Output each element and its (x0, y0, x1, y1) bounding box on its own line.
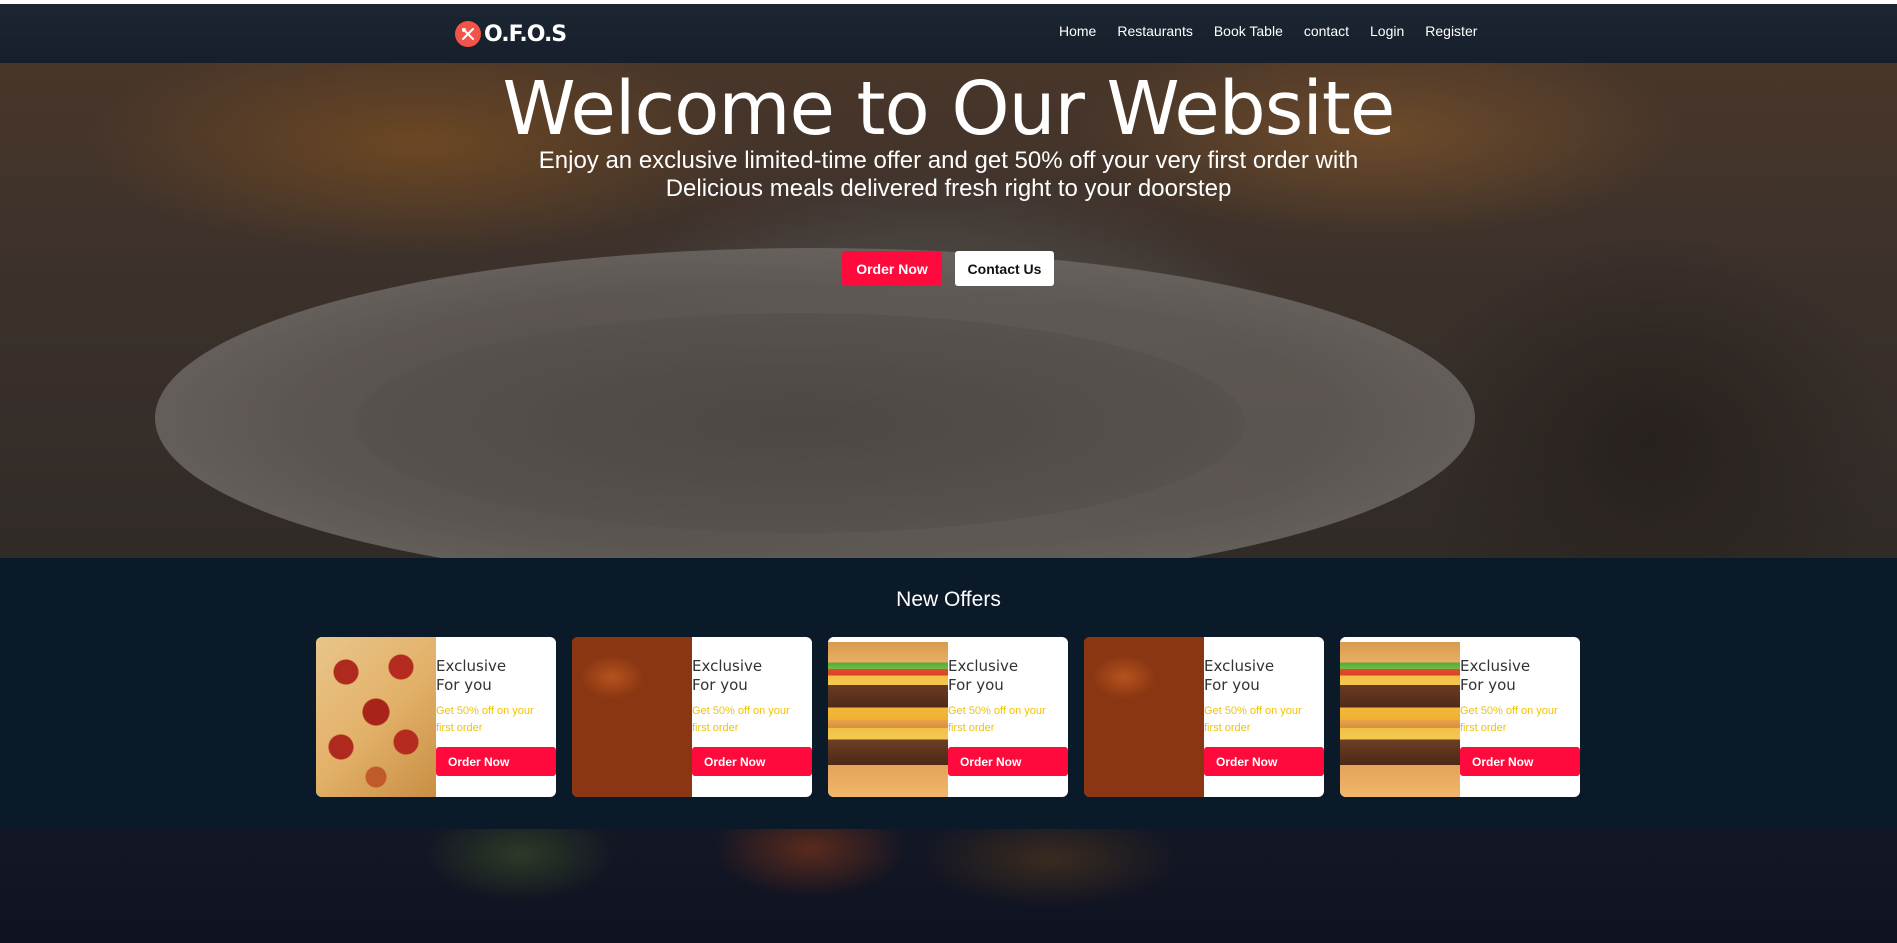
offer-card-order-button[interactable]: Order Now (692, 747, 812, 776)
brand-logo[interactable]: O.F.O.S (455, 19, 567, 49)
offer-card-title-line1: Exclusive (1460, 657, 1531, 675)
offer-card-order-button[interactable]: Order Now (1460, 747, 1580, 776)
nav-book-table[interactable]: Book Table (1214, 23, 1283, 39)
offer-card-title-line1: Exclusive (1204, 657, 1275, 675)
nav-login[interactable]: Login (1370, 23, 1404, 39)
page: O.F.O.S Home Restaurants Book Table cont… (0, 0, 1897, 943)
nav-restaurants[interactable]: Restaurants (1117, 23, 1192, 39)
offers-heading: New Offers (896, 588, 1001, 611)
hero-contact-us-button[interactable]: Contact Us (955, 251, 1054, 286)
offer-card-title-line2: For you (948, 676, 1004, 694)
offer-card-title: Exclusive For you (948, 657, 1068, 695)
offer-card-title-line2: For you (1204, 676, 1260, 694)
hero-order-now-button[interactable]: Order Now (842, 251, 942, 286)
brand-name: O.F.O.S (484, 21, 567, 47)
hero-subtitle-line1: Enjoy an exclusive limited-time offer an… (538, 147, 1359, 174)
chicken-wings-image (572, 637, 692, 797)
offer-card-description: Get 50% off on your first order (1204, 705, 1302, 734)
offer-card-order-button[interactable]: Order Now (436, 747, 556, 776)
next-section-background (0, 829, 1897, 943)
nav-home[interactable]: Home (1059, 23, 1096, 39)
offer-card-description: Get 50% off on your first order (436, 705, 534, 734)
chicken-wings-image (1084, 637, 1204, 797)
offer-card-description: Get 50% off on your first order (948, 705, 1046, 734)
offers-section: New Offers Exclusive For you Get 50% off… (0, 558, 1897, 829)
offer-card-title-line2: For you (692, 676, 748, 694)
burger-image (1340, 637, 1460, 797)
burger-image (828, 637, 948, 797)
fork-spoon-icon (455, 21, 481, 47)
offer-card-description: Get 50% off on your first order (1460, 705, 1558, 734)
offer-card-title-line1: Exclusive (948, 657, 1019, 675)
offer-card-title-line2: For you (1460, 676, 1516, 694)
offer-card-title-line2: For you (436, 676, 492, 694)
offer-card-order-button[interactable]: Order Now (1204, 747, 1324, 776)
offer-card-title-line1: Exclusive (436, 657, 507, 675)
offer-card: Exclusive For you Get 50% off on your fi… (1340, 637, 1580, 797)
pizza-image (316, 637, 436, 797)
offer-card-order-button[interactable]: Order Now (948, 747, 1068, 776)
nav-menu: Home Restaurants Book Table contact Logi… (1059, 23, 1498, 39)
navbar: O.F.O.S Home Restaurants Book Table cont… (0, 0, 1897, 63)
offer-card-title: Exclusive For you (692, 657, 812, 695)
hero-buttons: Order Now Contact Us (842, 251, 1054, 286)
nav-register[interactable]: Register (1425, 23, 1477, 39)
hero-title: Welcome to Our Website (502, 66, 1396, 152)
offer-card: Exclusive For you Get 50% off on your fi… (572, 637, 812, 797)
offer-card: Exclusive For you Get 50% off on your fi… (1084, 637, 1324, 797)
offer-card-title: Exclusive For you (1204, 657, 1324, 695)
hero-subtitle-line2: Delicious meals delivered fresh right to… (665, 175, 1232, 202)
offer-card-title-line1: Exclusive (692, 657, 763, 675)
offer-card-description: Get 50% off on your first order (692, 705, 790, 734)
hero-subtitle: Enjoy an exclusive limited-time offer an… (0, 147, 1897, 203)
hero-section: Welcome to Our Website Enjoy an exclusiv… (0, 63, 1897, 588)
offer-card: Exclusive For you Get 50% off on your fi… (316, 637, 556, 797)
offer-card-title: Exclusive For you (436, 657, 556, 695)
offer-card-title: Exclusive For you (1460, 657, 1580, 695)
offer-card: Exclusive For you Get 50% off on your fi… (828, 637, 1068, 797)
nav-contact[interactable]: contact (1304, 23, 1349, 39)
